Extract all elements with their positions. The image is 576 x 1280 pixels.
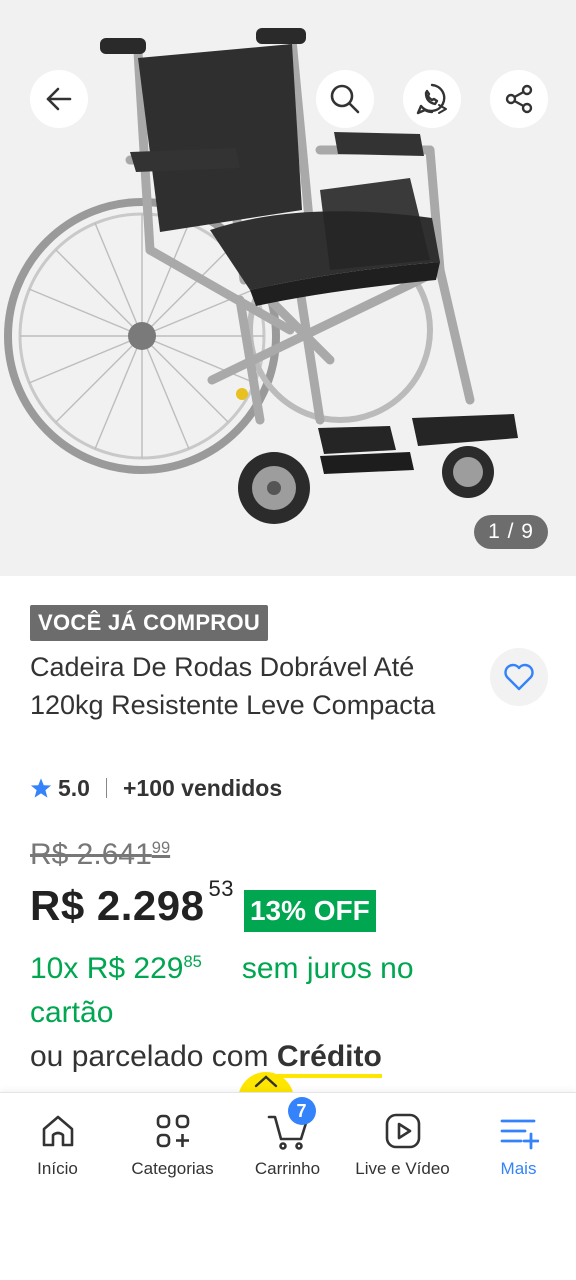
whatsapp-share-button[interactable] [403, 70, 461, 128]
price-row: R$ 2.298 53 13% OFF [30, 876, 376, 932]
nav-item-home[interactable]: Início [0, 1093, 115, 1189]
old-price-main: R$ 2.641 [30, 838, 152, 871]
categories-icon [156, 1114, 189, 1148]
installment-cents: 85 [183, 953, 202, 971]
nav-item-categories[interactable]: Categorias [115, 1093, 230, 1189]
nav-label-cart: Carrinho [254, 1159, 321, 1178]
star-icon [30, 778, 52, 798]
rating-row[interactable]: 5.0 +100 vendidos [30, 770, 282, 806]
back-icon [46, 87, 72, 111]
nav-item-cart[interactable]: 7 Carrinho [230, 1093, 345, 1189]
credit-prefix: ou parcelado com [30, 1040, 277, 1073]
back-button[interactable] [30, 70, 88, 128]
installment-main: 10x R$ 229 [30, 952, 184, 985]
current-price-cents: 53 [208, 876, 234, 901]
old-price: R$ 2.64199 [30, 838, 170, 872]
purchased-badge: VOCÊ JÁ COMPROU [30, 605, 269, 641]
credit-link[interactable]: Crédito [276, 1040, 382, 1078]
discount-badge: 13% OFF [243, 890, 376, 932]
sold-count: +100 vendidos [122, 774, 283, 801]
nav-label-home: Início [37, 1159, 78, 1178]
nav-item-live-video[interactable]: Live e Vídeo [345, 1093, 460, 1189]
heart-icon [504, 663, 534, 691]
play-icon [385, 1113, 420, 1149]
share-button[interactable] [490, 70, 548, 128]
product-title: Cadeira De Rodas Dobrável Até 120kg Resi… [30, 652, 436, 720]
share-icon [505, 84, 533, 114]
whatsapp-icon [416, 83, 447, 115]
menu-plus-icon [500, 1119, 539, 1150]
rating-value: 5.0 [58, 774, 90, 801]
divider [105, 778, 107, 798]
current-price-main: R$ 2.298 [30, 882, 205, 929]
home-icon [42, 1115, 73, 1147]
product-image[interactable] [0, 0, 576, 576]
image-counter: 1 / 9 [474, 515, 548, 549]
nav-label-more: Mais [500, 1159, 537, 1178]
installment-info: 10x R$ 22985 sem juros no cartão [30, 940, 500, 1035]
cart-count-badge: 7 [287, 1097, 316, 1125]
nav-item-more[interactable]: Mais [461, 1093, 576, 1189]
search-icon [330, 84, 360, 114]
bottom-navigation: Início Categorias 7 Carrinho Live e Víde… [0, 1092, 576, 1280]
current-price: R$ 2.298 53 [30, 876, 234, 930]
product-gallery[interactable]: 1 / 9 [0, 0, 576, 576]
favorite-button[interactable] [490, 648, 548, 706]
credit-line: ou parcelado com Crédito [30, 1040, 382, 1078]
old-price-cents: 99 [151, 839, 171, 857]
search-button[interactable] [316, 70, 374, 128]
nav-label-live-video: Live e Vídeo [355, 1159, 450, 1178]
nav-label-categories: Categorias [131, 1159, 214, 1178]
